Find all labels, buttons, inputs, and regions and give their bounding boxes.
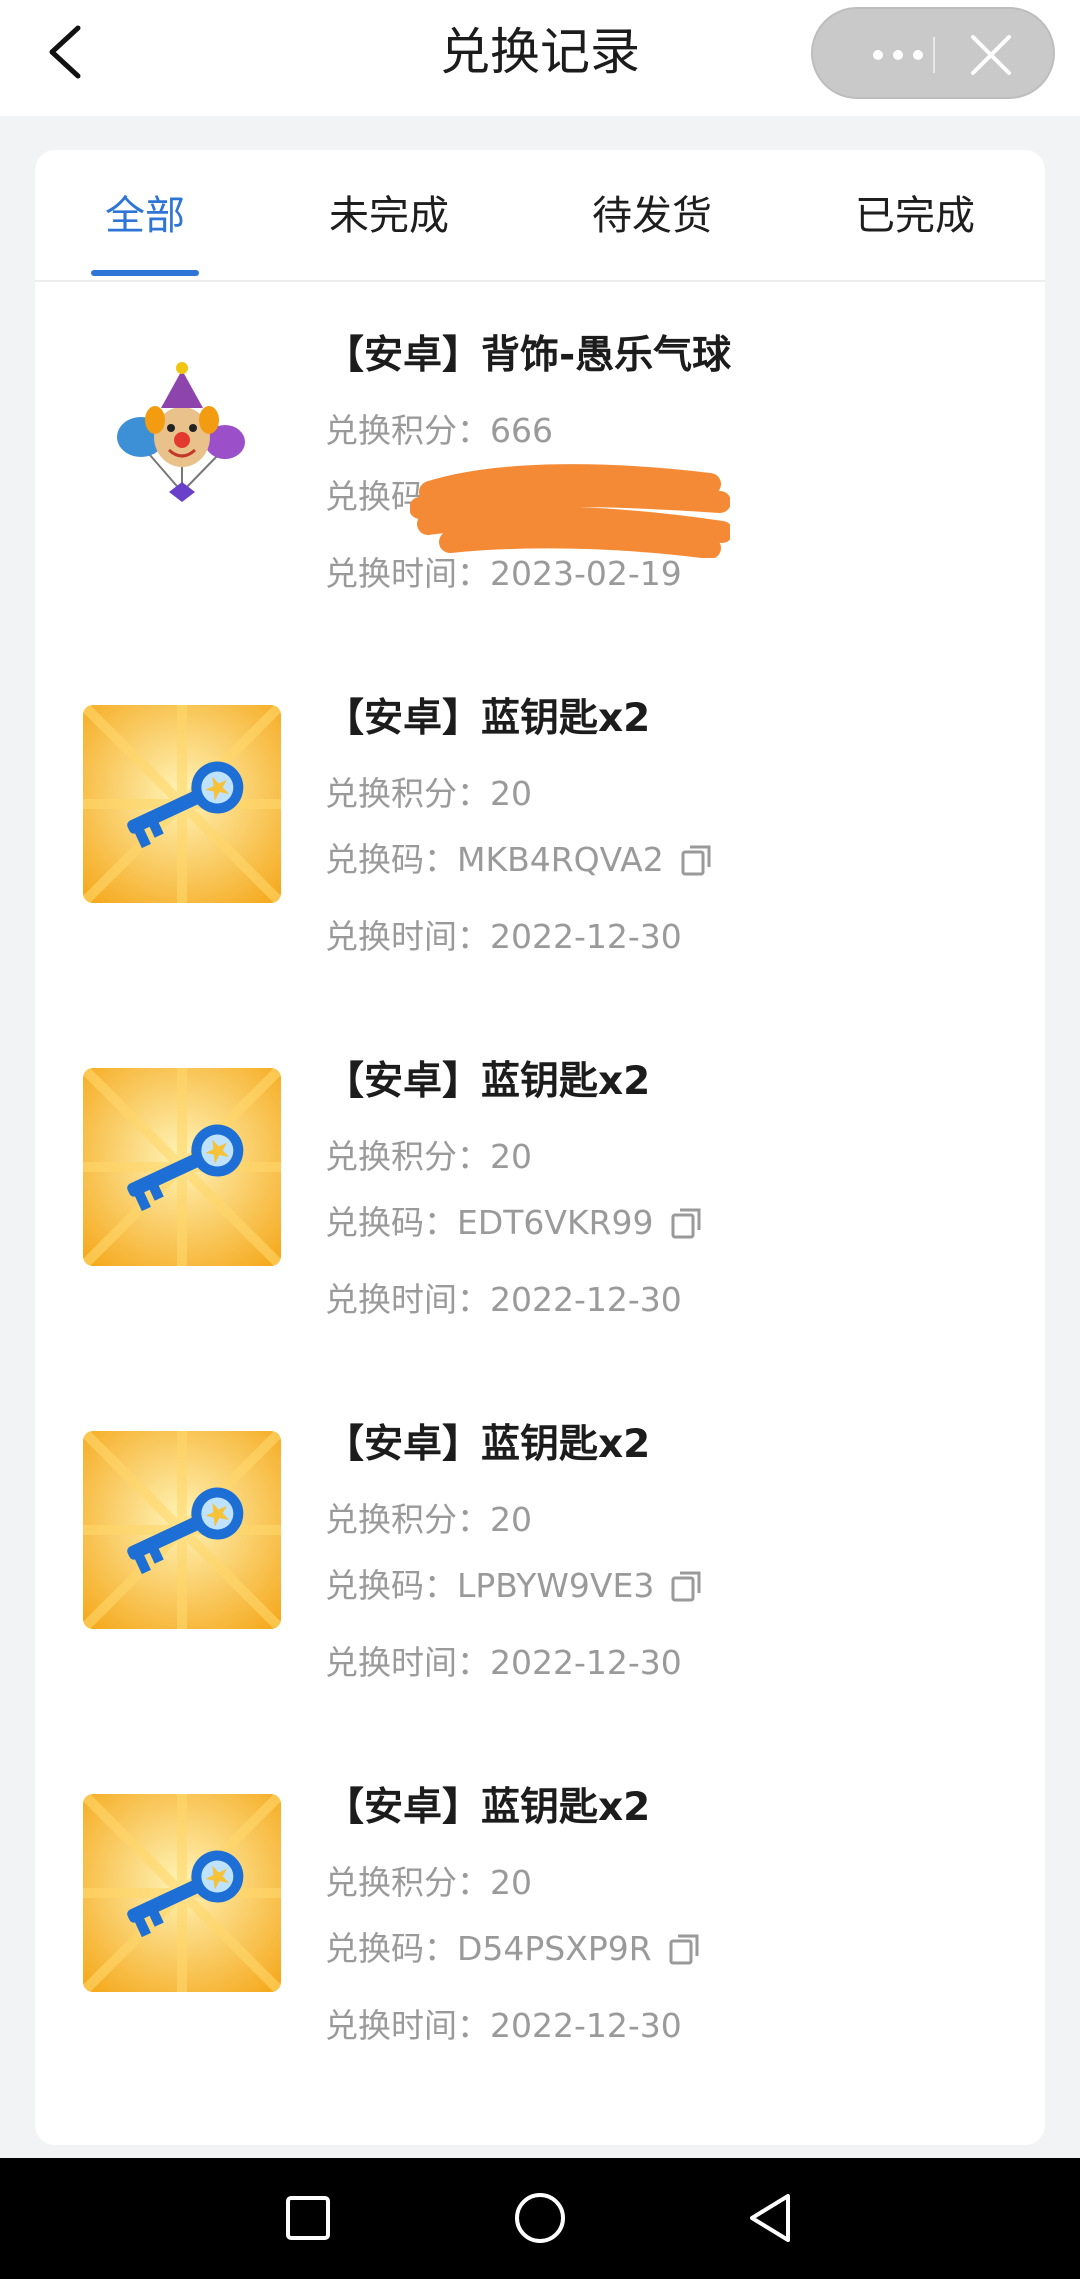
record-points: 兑换积分：20	[325, 1500, 532, 1539]
record-code: 兑换码： EDT6VKR99	[325, 1200, 704, 1246]
record-time: 兑换时间：2022-12-30	[325, 2006, 682, 2045]
record-code: 兑换码：	[325, 477, 457, 516]
system-nav-bar	[0, 2158, 1080, 2279]
record-points: 兑换积分：20	[325, 774, 532, 813]
blue-key-image	[83, 1431, 281, 1629]
record-code: 兑换码： MKB4RQVA2	[325, 837, 714, 883]
record-time: 兑换时间：2022-12-30	[325, 1280, 682, 1319]
records-card: 全部 未完成 待发货 已完成 【安卓】背饰-愚乐气球 兑换积分：666 兑换码：…	[35, 150, 1045, 2145]
triangle-back-icon[interactable]	[744, 2190, 800, 2246]
tab-incomplete[interactable]: 未完成	[329, 188, 449, 244]
code-value: MKB4RQVA2	[457, 840, 664, 879]
close-icon[interactable]	[969, 33, 1013, 77]
record-item[interactable]: 【安卓】背饰-愚乐气球 兑换积分：666 兑换码： 兑换时间：2023-02-1…	[35, 306, 1045, 666]
record-time: 兑换时间：2023-02-19	[325, 554, 682, 593]
tab-all[interactable]: 全部	[105, 188, 185, 244]
square-recents-icon[interactable]	[280, 2190, 336, 2246]
copy-icon[interactable]	[670, 1569, 704, 1603]
copy-icon[interactable]	[670, 1206, 704, 1240]
record-code: 兑换码： D54PSXP9R	[325, 1926, 702, 1972]
tab-bar: 全部 未完成 待发货 已完成	[35, 150, 1045, 282]
more-dots-icon[interactable]	[853, 31, 943, 79]
active-tab-indicator	[91, 270, 199, 276]
blue-key-image	[83, 1794, 281, 1992]
record-item[interactable]: 【安卓】蓝钥匙x2 兑换积分：20 兑换码： LPBYW9VE3 兑换时间：202…	[35, 1395, 1045, 1755]
record-title: 【安卓】蓝钥匙x2	[325, 696, 651, 741]
record-points: 兑换积分：20	[325, 1137, 532, 1176]
mini-program-capsule	[811, 7, 1055, 99]
code-value: EDT6VKR99	[457, 1203, 654, 1242]
record-points: 兑换积分：20	[325, 1863, 532, 1902]
tab-pending-shipment[interactable]: 待发货	[592, 188, 712, 244]
record-title: 【安卓】蓝钥匙x2	[325, 1059, 651, 1104]
record-item[interactable]: 【安卓】蓝钥匙x2 兑换积分：20 兑换码： MKB4RQVA2 兑换时间：202…	[35, 669, 1045, 1029]
capsule-divider	[933, 37, 935, 73]
record-item[interactable]: 【安卓】蓝钥匙x2 兑换积分：20 兑换码： EDT6VKR99 兑换时间：202…	[35, 1032, 1045, 1392]
record-title: 【安卓】背饰-愚乐气球	[325, 333, 732, 378]
copy-icon[interactable]	[680, 843, 714, 877]
record-code: 兑换码： LPBYW9VE3	[325, 1563, 704, 1609]
code-value: LPBYW9VE3	[457, 1566, 655, 1605]
blue-key-image	[83, 1068, 281, 1266]
tab-completed[interactable]: 已完成	[855, 188, 975, 244]
clown-balloon-image	[83, 342, 281, 540]
blue-key-image	[83, 705, 281, 903]
record-time: 兑换时间：2022-12-30	[325, 917, 682, 956]
app-header: 兑换记录	[0, 0, 1080, 116]
record-item[interactable]: 【安卓】蓝钥匙x2 兑换积分：20 兑换码： D54PSXP9R 兑换时间：202…	[35, 1758, 1045, 2118]
circle-home-icon[interactable]	[512, 2190, 568, 2246]
record-title: 【安卓】蓝钥匙x2	[325, 1422, 651, 1467]
record-points: 兑换积分：666	[325, 411, 553, 450]
code-value: D54PSXP9R	[457, 1929, 652, 1968]
record-title: 【安卓】蓝钥匙x2	[325, 1785, 651, 1830]
copy-icon[interactable]	[668, 1932, 702, 1966]
record-time: 兑换时间：2022-12-30	[325, 1643, 682, 1682]
